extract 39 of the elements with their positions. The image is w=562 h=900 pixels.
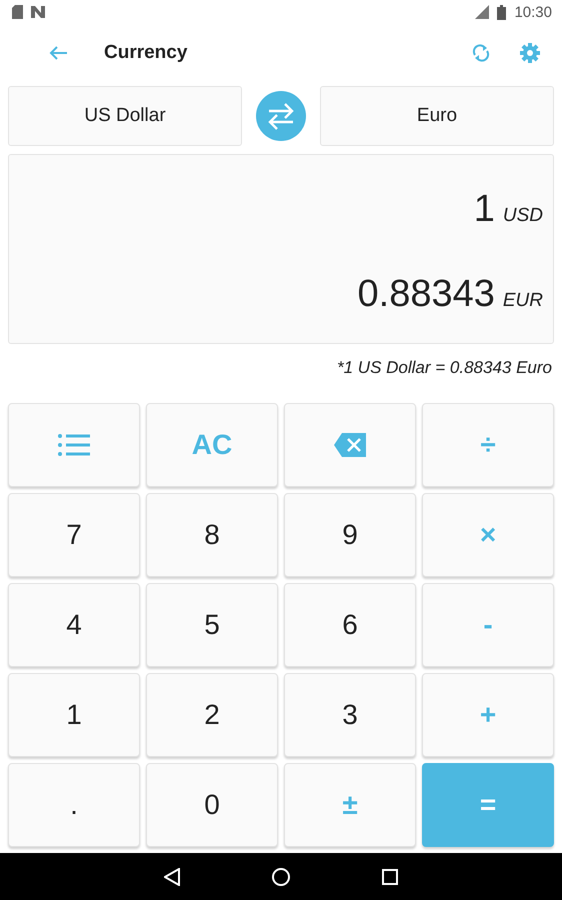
refresh-icon [472, 43, 490, 63]
digit-key[interactable]: 0 [146, 763, 278, 847]
digit-key[interactable]: 5 [146, 583, 278, 667]
battery-icon [497, 4, 506, 20]
recents-square-icon [382, 868, 398, 884]
exchange-rate-note: *1 US Dollar = 0.88343 Euro [337, 358, 552, 379]
result-amount: 0.88343 [358, 273, 495, 316]
digit-key[interactable]: 4 [8, 583, 140, 667]
backspace-button[interactable] [284, 403, 416, 487]
digit-key[interactable]: 7 [8, 493, 140, 577]
recents-button[interactable] [382, 868, 398, 884]
list-button[interactable] [8, 403, 140, 487]
back-nav-button[interactable] [164, 868, 180, 886]
back-arrow-icon [48, 45, 68, 61]
back-triangle-icon [164, 868, 180, 886]
settings-icon [520, 43, 540, 63]
digit-key[interactable]: 1 [8, 673, 140, 757]
swap-button[interactable] [256, 91, 306, 141]
digit-key[interactable]: 6 [284, 583, 416, 667]
input-currency-code: USD [502, 205, 543, 227]
from-currency-button[interactable]: US Dollar [8, 86, 242, 146]
digit-key[interactable]: . [8, 763, 140, 847]
clock-time: 10:30 [514, 4, 552, 20]
input-amount: 1 [474, 188, 495, 231]
backspace-icon [334, 433, 366, 457]
signal-icon [475, 5, 490, 19]
notification-icon [31, 6, 45, 18]
app-title: Currency [104, 42, 188, 64]
swap-arrows-icon [266, 101, 296, 131]
home-circle-icon [272, 868, 290, 886]
digit-key[interactable]: 3 [284, 673, 416, 757]
home-button[interactable] [272, 868, 290, 886]
list-icon [58, 434, 90, 456]
to-currency-button[interactable]: Euro [320, 86, 554, 146]
digit-key[interactable]: 2 [146, 673, 278, 757]
digit-key[interactable]: 9 [284, 493, 416, 577]
sd-card-icon [12, 5, 23, 19]
result-currency-code: EUR [502, 290, 543, 312]
digit-key[interactable]: 8 [146, 493, 278, 577]
